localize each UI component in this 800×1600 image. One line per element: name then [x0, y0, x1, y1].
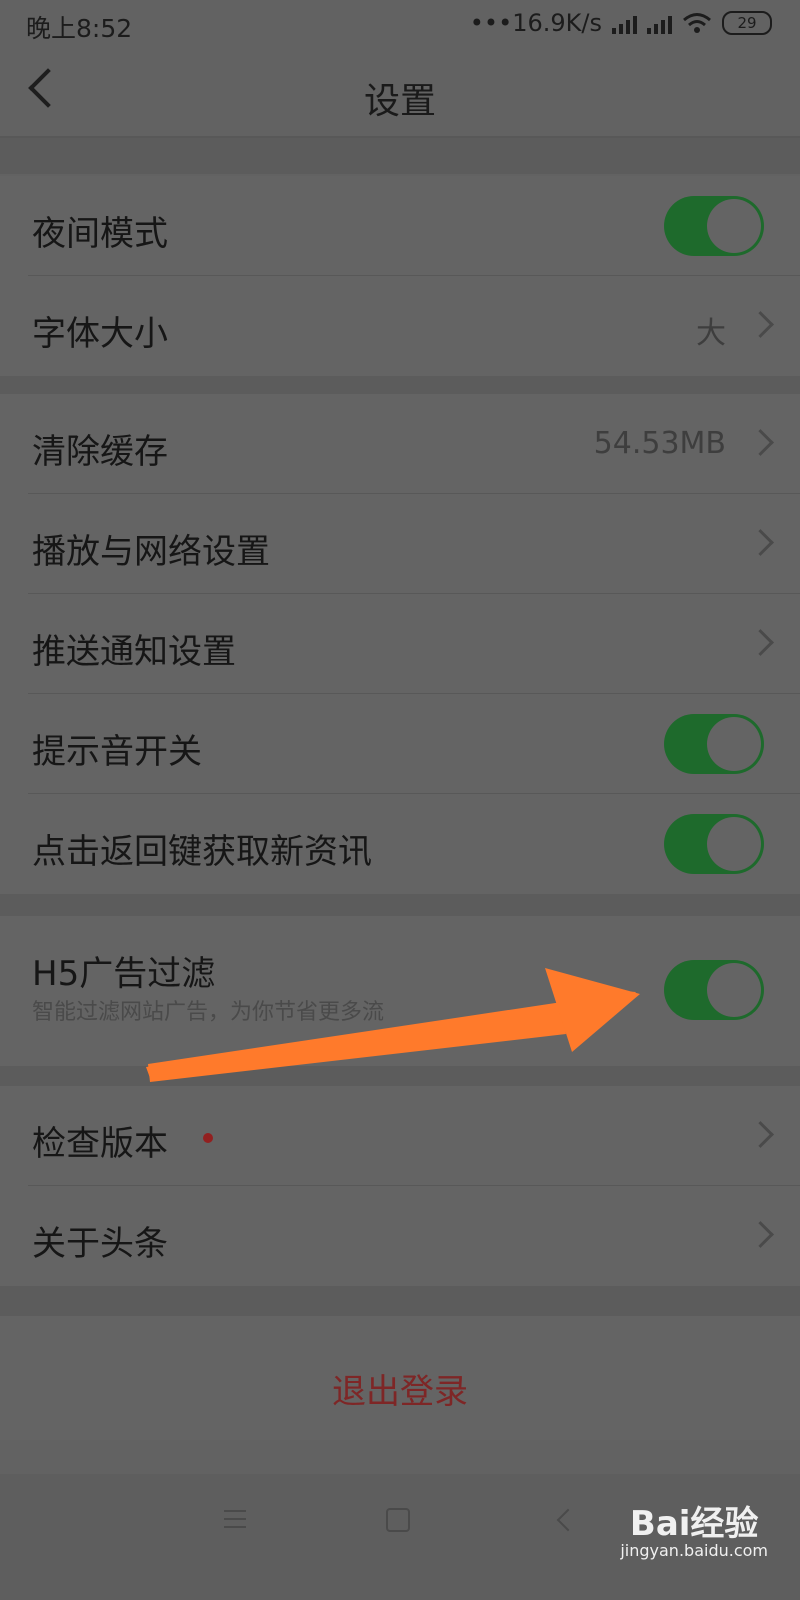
annotation-arrow-icon	[146, 968, 640, 1082]
settings-screen: 晚上8:52 •••16.9K/s 29 设置 夜间模式 字体大小 大 清除缓存…	[0, 0, 800, 1600]
